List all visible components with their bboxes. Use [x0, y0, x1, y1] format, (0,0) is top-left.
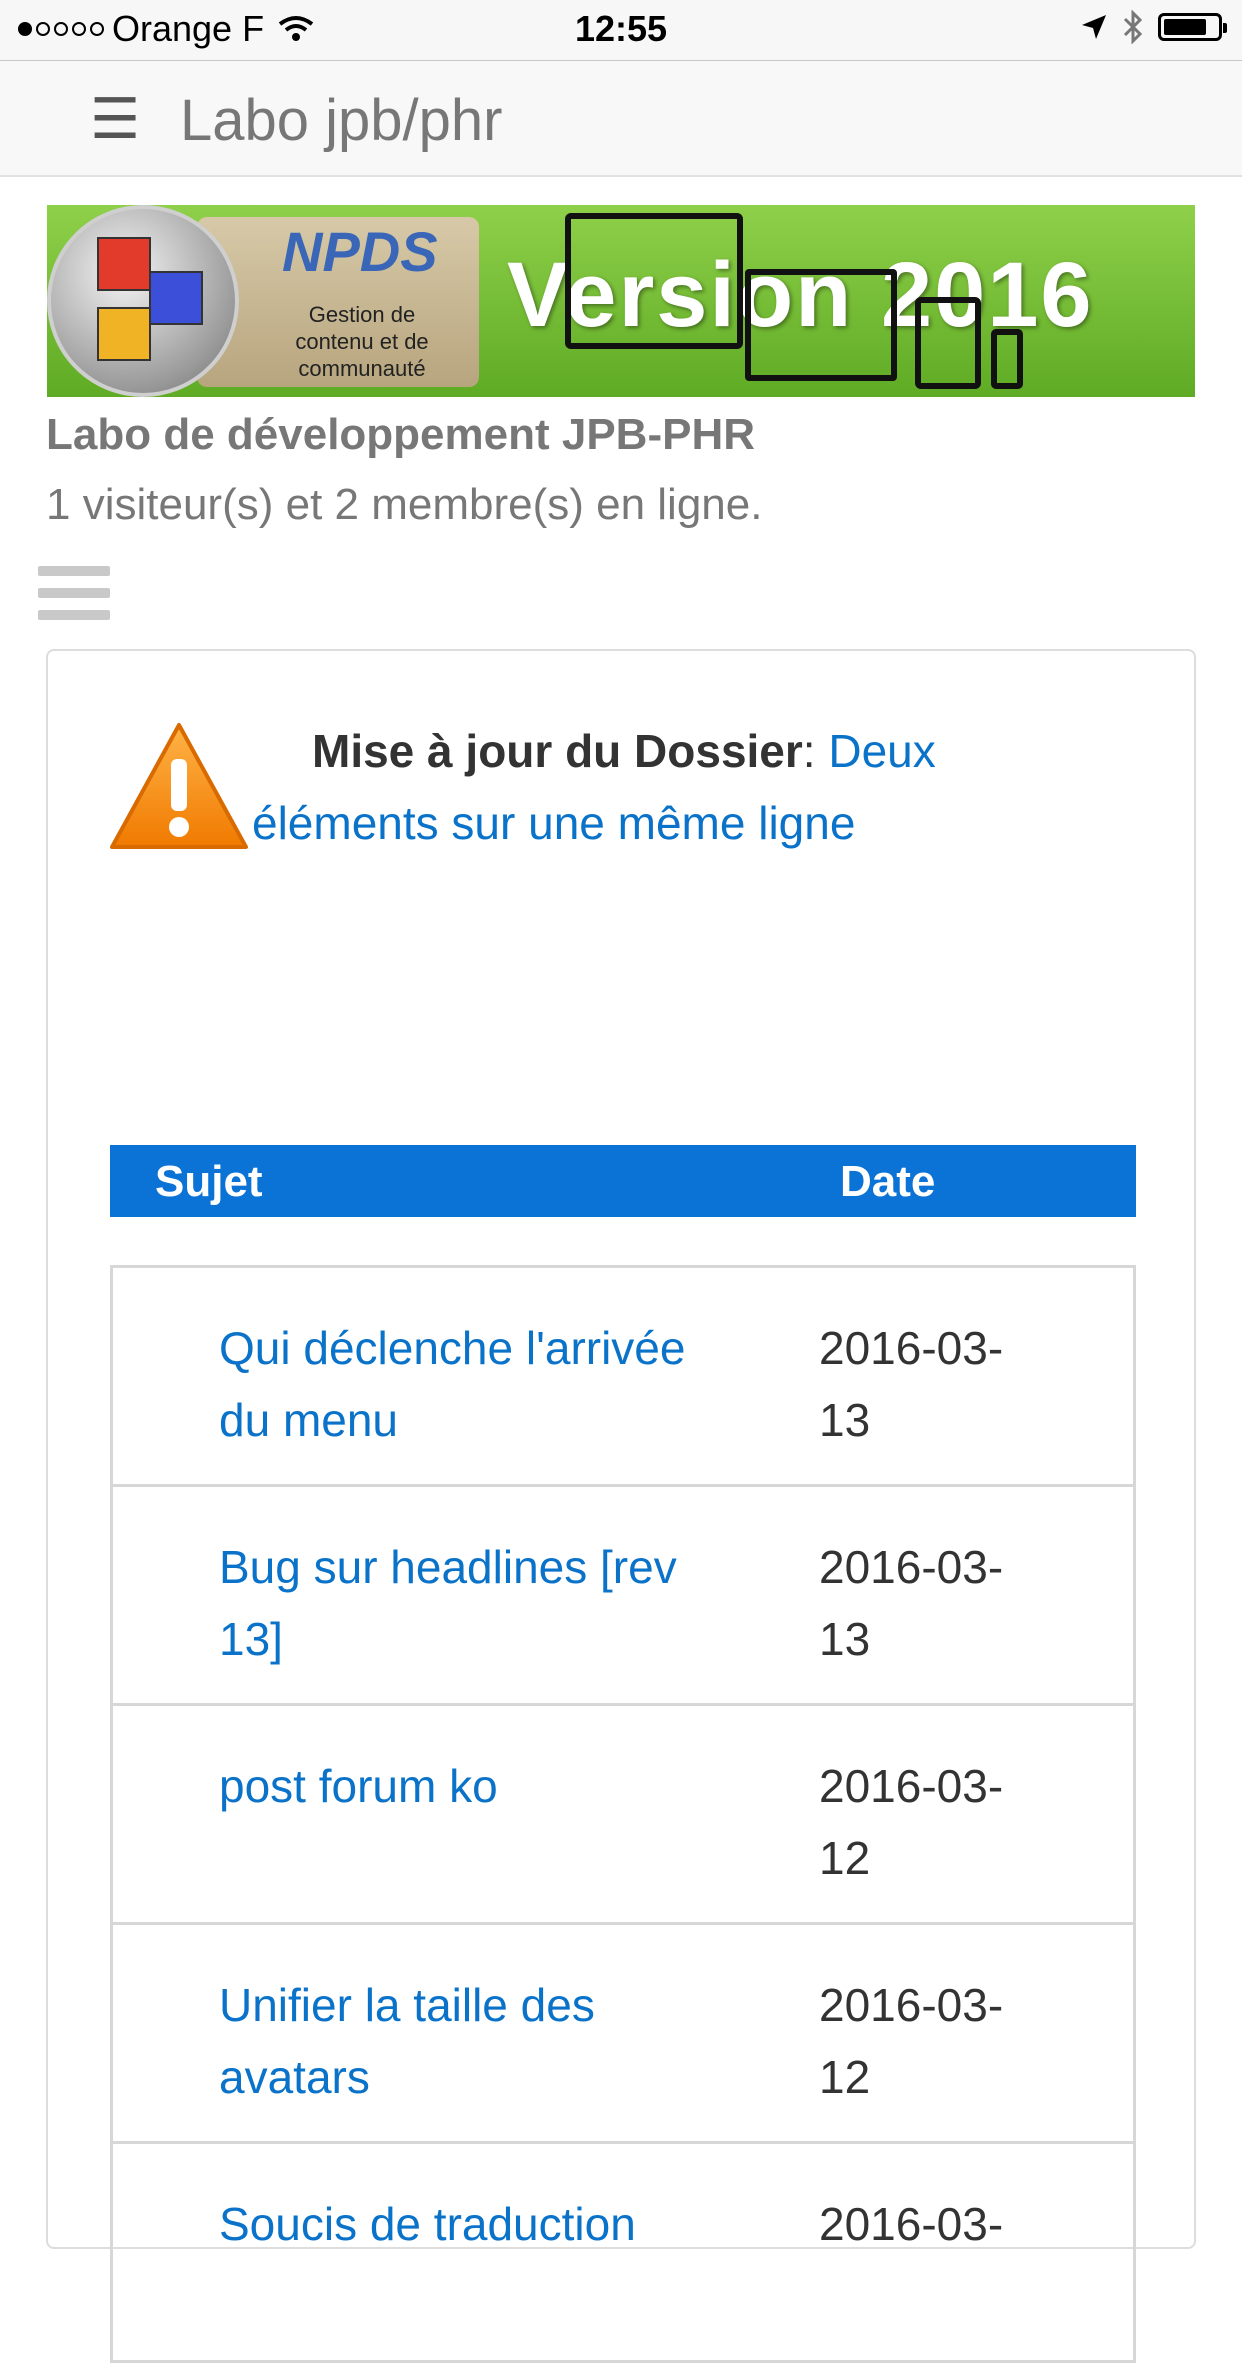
table-header: Sujet Date: [110, 1145, 1136, 1217]
logo-text: NPDS: [282, 220, 438, 283]
clock: 12:55: [574, 8, 668, 49]
topic-link[interactable]: post forum ko: [219, 1750, 739, 1822]
topic-link[interactable]: Bug sur headlines [rev 13]: [219, 1531, 739, 1675]
table-row: Unifier la taille des avatars 2016-03-12: [110, 1925, 1136, 2144]
status-bar: Orange F 12:55: [0, 0, 1242, 61]
logo-plate: NPDS Gestion de contenu et de communauté: [197, 217, 479, 387]
site-banner[interactable]: NPDS Gestion de contenu et de communauté…: [47, 205, 1195, 397]
content-panel: Mise à jour du Dossier: Deux éléments su…: [46, 649, 1196, 2363]
status-icons: [1080, 10, 1227, 44]
notice-separator: :: [802, 725, 816, 777]
bluetooth-icon: [1123, 10, 1143, 44]
update-notice: Mise à jour du Dossier: Deux éléments su…: [252, 715, 1132, 859]
side-menu-icon[interactable]: [38, 566, 110, 632]
navbar-brand[interactable]: Labo jpb/phr: [180, 87, 502, 154]
phone-icon: [991, 329, 1023, 389]
logo-subtitle: Gestion de contenu et de communauté: [295, 302, 429, 381]
laptop-icon: [745, 269, 897, 381]
online-count: 1 visiteur(s) et 2 membre(s) en ligne.: [46, 480, 763, 529]
navbar: ☰ Labo jpb/phr: [0, 61, 1242, 177]
topic-date: 2016-03-: [819, 2198, 1004, 2250]
notice-label: Mise à jour du Dossier: [312, 725, 803, 777]
column-subject[interactable]: Sujet: [155, 1157, 263, 1207]
table-row: Qui déclenche l'arrivée du menu 2016-03-…: [110, 1268, 1136, 1487]
table-row: Soucis de traduction 2016-03-: [110, 2144, 1136, 2363]
warning-icon: [110, 723, 248, 849]
site-title: Labo de développement JPB-PHR: [46, 410, 756, 459]
hamburger-menu-icon[interactable]: ☰: [90, 91, 140, 147]
cubes-logo-icon: [47, 205, 239, 397]
table-row: post forum ko 2016-03-12: [110, 1706, 1136, 1925]
topics-table: Qui déclenche l'arrivée du menu 2016-03-…: [110, 1265, 1136, 2363]
topic-date: 2016-03-13: [819, 1541, 1004, 1665]
topic-link[interactable]: Unifier la taille des avatars: [219, 1969, 739, 2113]
topic-link[interactable]: Qui déclenche l'arrivée du menu: [219, 1312, 739, 1456]
topic-date: 2016-03-13: [819, 1322, 1004, 1446]
monitor-icon: [565, 213, 743, 349]
tablet-icon: [915, 297, 981, 389]
location-arrow-icon: [1082, 15, 1106, 39]
battery-icon: [1158, 13, 1227, 41]
topic-link[interactable]: Soucis de traduction: [219, 2188, 739, 2260]
column-date[interactable]: Date: [840, 1157, 935, 1207]
topic-date: 2016-03-12: [819, 1760, 1004, 1884]
topic-date: 2016-03-12: [819, 1979, 1004, 2103]
table-row: Bug sur headlines [rev 13] 2016-03-13: [110, 1487, 1136, 1706]
